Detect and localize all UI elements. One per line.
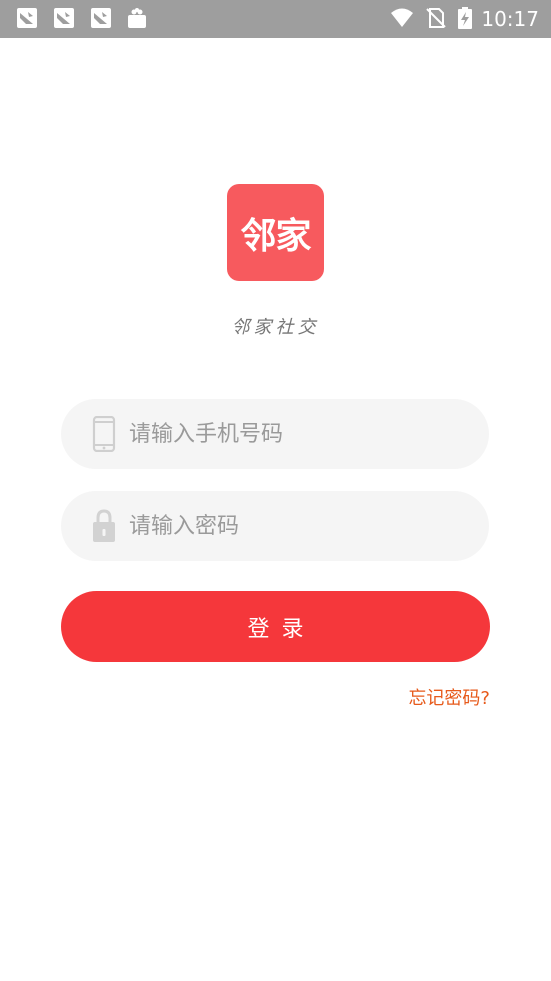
app-logo: 邻家 bbox=[227, 184, 324, 281]
phone-input[interactable] bbox=[129, 399, 469, 469]
shopping-bag-icon bbox=[126, 7, 148, 29]
password-field-container bbox=[61, 491, 489, 561]
bird-notification-icon bbox=[53, 7, 75, 29]
bird-notification-icon bbox=[90, 7, 112, 29]
status-bar: 10:17 bbox=[0, 0, 551, 38]
password-input[interactable] bbox=[129, 491, 469, 561]
lock-icon bbox=[91, 508, 117, 544]
status-time: 10:17 bbox=[481, 7, 539, 31]
phone-field-container bbox=[61, 399, 489, 469]
wifi-icon bbox=[390, 7, 414, 29]
app-logo-text: 邻家 bbox=[240, 215, 311, 257]
battery-charging-icon bbox=[457, 7, 473, 29]
phone-icon bbox=[91, 416, 117, 452]
bird-notification-icon bbox=[16, 7, 38, 29]
app-slogan: 邻家社交 bbox=[231, 317, 320, 338]
login-button[interactable]: 登录 bbox=[61, 591, 490, 662]
forgot-password-link[interactable]: 忘记密码? bbox=[408, 684, 490, 710]
no-sim-icon bbox=[425, 7, 447, 29]
